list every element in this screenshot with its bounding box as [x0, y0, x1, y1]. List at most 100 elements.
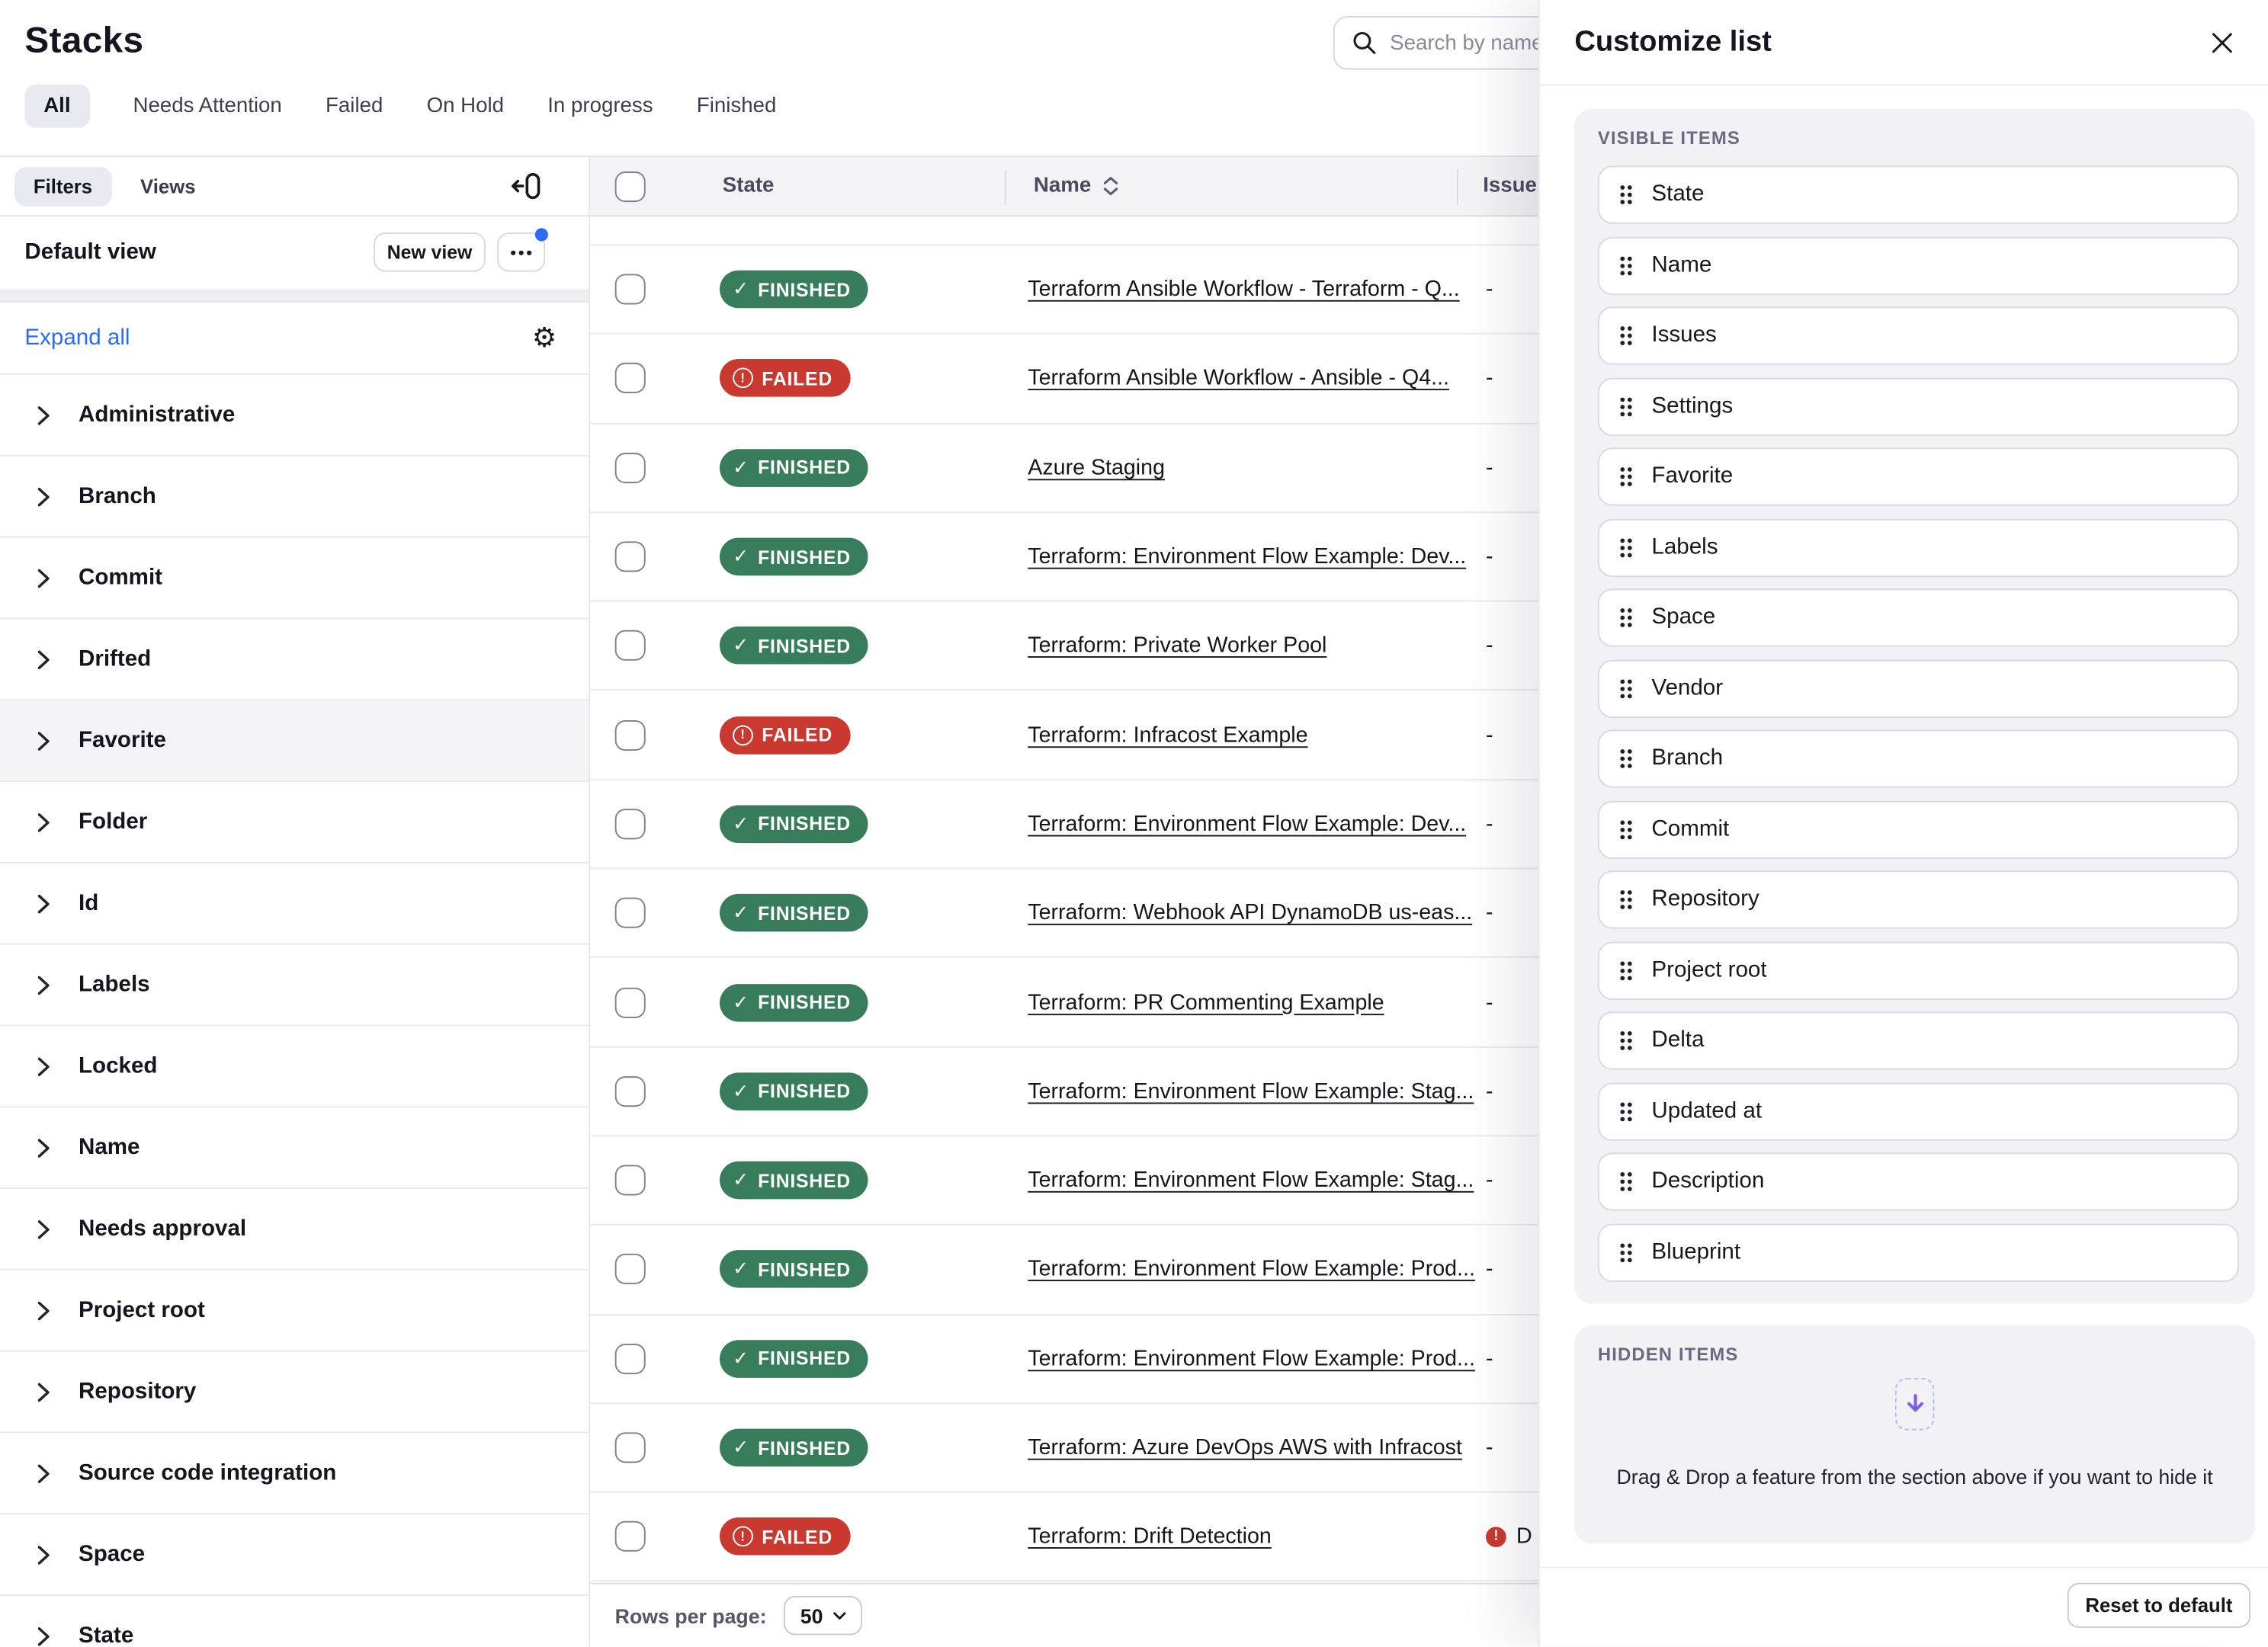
drag-handle[interactable]: [1619, 1101, 1632, 1122]
stack-name-link[interactable]: Terraform: Environment Flow Example: Pro…: [1028, 1257, 1475, 1281]
reset-to-default-button[interactable]: Reset to default: [2068, 1583, 2250, 1628]
visible-item-labels[interactable]: Labels: [1598, 518, 2239, 576]
new-view-button[interactable]: New view: [374, 232, 486, 271]
filter-section-id[interactable]: Id: [0, 864, 589, 945]
drag-handle[interactable]: [1619, 184, 1632, 205]
row-checkbox[interactable]: [615, 541, 646, 572]
stack-name-link[interactable]: Terraform: Environment Flow Example: Sta…: [1028, 1079, 1474, 1104]
tab-filters[interactable]: Filters: [14, 166, 111, 205]
tab-finished[interactable]: Finished: [697, 95, 777, 118]
drag-handle[interactable]: [1619, 678, 1632, 699]
row-checkbox[interactable]: [615, 274, 646, 305]
stack-name-link[interactable]: Terraform Ansible Workflow - Terraform -…: [1028, 277, 1459, 302]
visible-item-branch[interactable]: Branch: [1598, 729, 2239, 787]
drag-handle[interactable]: [1619, 396, 1632, 417]
row-checkbox[interactable]: [615, 630, 646, 661]
collapse-sidebar-icon[interactable]: [508, 170, 542, 202]
row-checkbox[interactable]: [615, 987, 646, 1017]
row-checkbox[interactable]: [615, 1165, 646, 1196]
chevron-right-icon: [37, 486, 51, 507]
visible-item-space[interactable]: Space: [1598, 588, 2239, 646]
drag-handle[interactable]: [1619, 1171, 1632, 1192]
visible-item-blueprint[interactable]: Blueprint: [1598, 1223, 2239, 1281]
row-checkbox[interactable]: [615, 719, 646, 750]
row-checkbox[interactable]: [615, 809, 646, 839]
stack-name-link[interactable]: Terraform: Environment Flow Example: Pro…: [1028, 1346, 1475, 1370]
stack-name-link[interactable]: Terraform: Webhook API DynamoDB us-eas..…: [1028, 901, 1472, 925]
drag-handle[interactable]: [1619, 748, 1632, 769]
visible-item-repository[interactable]: Repository: [1598, 870, 2239, 928]
stack-name-link[interactable]: Terraform: Environment Flow Example: Dev…: [1028, 544, 1466, 569]
tab-needs-attention[interactable]: Needs Attention: [133, 95, 282, 118]
drag-handle[interactable]: [1619, 1030, 1632, 1051]
visible-item-updated-at[interactable]: Updated at: [1598, 1082, 2239, 1140]
tab-failed[interactable]: Failed: [326, 95, 383, 118]
filter-section-branch[interactable]: Branch: [0, 457, 589, 538]
visible-item-description[interactable]: Description: [1598, 1152, 2239, 1210]
visible-item-project-root[interactable]: Project root: [1598, 941, 2239, 999]
row-checkbox[interactable]: [615, 1076, 646, 1107]
select-all-checkbox[interactable]: [615, 171, 646, 202]
drag-handle[interactable]: [1619, 255, 1632, 276]
stack-name-link[interactable]: Terraform: Infracost Example: [1028, 723, 1307, 747]
gear-icon[interactable]: ⚙: [532, 324, 557, 351]
visible-item-issues[interactable]: Issues: [1598, 306, 2239, 364]
filter-section-source-code-integration[interactable]: Source code integration: [0, 1433, 589, 1514]
visible-item-delta[interactable]: Delta: [1598, 1011, 2239, 1069]
row-checkbox[interactable]: [615, 1344, 646, 1374]
visible-item-commit[interactable]: Commit: [1598, 800, 2239, 858]
stack-name-link[interactable]: Terraform: Private Worker Pool: [1028, 633, 1326, 658]
row-checkbox[interactable]: [615, 898, 646, 928]
rows-per-page-select[interactable]: 50: [784, 1596, 862, 1635]
filter-section-needs-approval[interactable]: Needs approval: [0, 1189, 589, 1270]
expand-all-link[interactable]: Expand all: [24, 325, 130, 351]
filter-section-administrative[interactable]: Administrative: [0, 375, 589, 457]
stack-name-link[interactable]: Terraform: PR Commenting Example: [1028, 990, 1384, 1014]
drag-handle[interactable]: [1619, 1242, 1632, 1263]
visible-item-vendor[interactable]: Vendor: [1598, 659, 2239, 717]
tab-views[interactable]: Views: [140, 175, 196, 197]
filter-section-project-root[interactable]: Project root: [0, 1270, 589, 1352]
drag-handle[interactable]: [1619, 325, 1632, 346]
row-checkbox[interactable]: [615, 1254, 646, 1285]
filter-section-favorite[interactable]: Favorite: [0, 700, 589, 782]
column-header-name[interactable]: Name: [1034, 175, 1118, 198]
visible-item-settings[interactable]: Settings: [1598, 377, 2239, 435]
filter-section-state[interactable]: State: [0, 1596, 589, 1647]
tab-on-hold[interactable]: On Hold: [427, 95, 504, 118]
row-checkbox[interactable]: [615, 364, 646, 394]
view-more-button[interactable]: [497, 232, 545, 271]
filter-section-drifted[interactable]: Drifted: [0, 619, 589, 700]
stack-name-link[interactable]: Terraform: Environment Flow Example: Dev…: [1028, 812, 1466, 836]
drag-handle[interactable]: [1619, 466, 1632, 487]
visible-item-label: Repository: [1651, 886, 1759, 912]
visible-item-name[interactable]: Name: [1598, 236, 2239, 294]
drag-handle[interactable]: [1619, 607, 1632, 628]
filter-section-space[interactable]: Space: [0, 1514, 589, 1596]
drag-handle[interactable]: [1619, 537, 1632, 558]
row-checkbox[interactable]: [615, 453, 646, 483]
row-checkbox[interactable]: [615, 1432, 646, 1463]
stack-name-link[interactable]: Terraform: Environment Flow Example: Sta…: [1028, 1168, 1474, 1193]
close-icon[interactable]: [2212, 31, 2234, 53]
row-checkbox[interactable]: [615, 1521, 646, 1552]
tab-in-progress[interactable]: In progress: [547, 95, 653, 118]
sort-icon: [1102, 176, 1117, 197]
filter-section-labels[interactable]: Labels: [0, 945, 589, 1027]
visible-item-state[interactable]: State: [1598, 165, 2239, 223]
stack-name-link[interactable]: Terraform: Azure DevOps AWS with Infraco…: [1028, 1435, 1462, 1460]
stack-name-link[interactable]: Terraform: Drift Detection: [1028, 1524, 1272, 1549]
drag-handle[interactable]: [1619, 960, 1632, 981]
filter-section-locked[interactable]: Locked: [0, 1026, 589, 1107]
filter-section-folder[interactable]: Folder: [0, 782, 589, 864]
drag-handle[interactable]: [1619, 889, 1632, 910]
stack-name-link[interactable]: Azure Staging: [1028, 455, 1165, 479]
filter-section-commit[interactable]: Commit: [0, 538, 589, 620]
filter-section-repository[interactable]: Repository: [0, 1352, 589, 1434]
stack-name-link[interactable]: Terraform Ansible Workflow - Ansible - Q…: [1028, 366, 1449, 390]
filter-section-name[interactable]: Name: [0, 1107, 589, 1189]
tab-all[interactable]: All: [24, 85, 89, 128]
drag-handle[interactable]: [1619, 819, 1632, 840]
drop-zone[interactable]: [1895, 1378, 1934, 1431]
visible-item-favorite[interactable]: Favorite: [1598, 447, 2239, 505]
